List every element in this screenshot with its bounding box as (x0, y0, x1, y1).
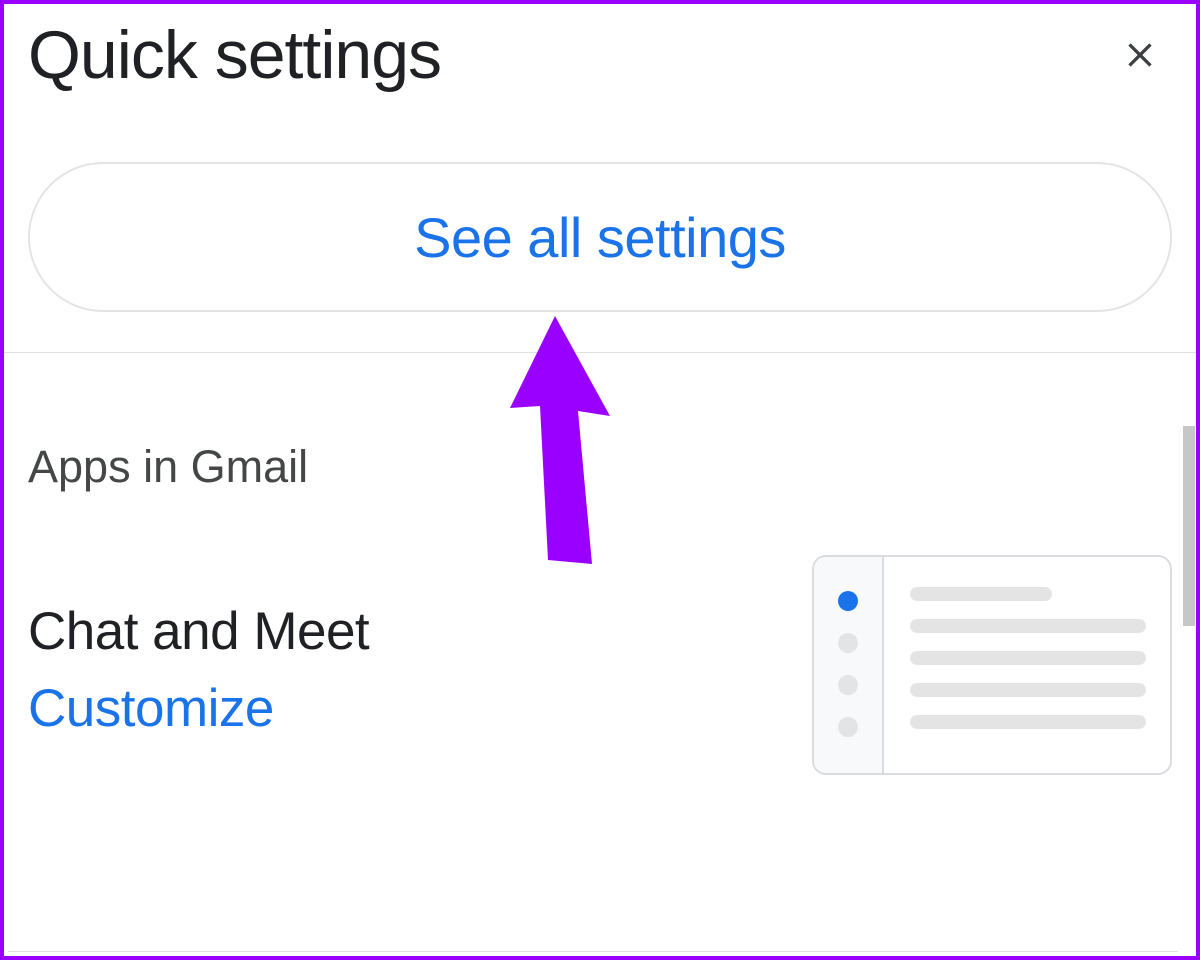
divider (8, 951, 1178, 952)
divider (4, 352, 1196, 353)
option-chat-and-meet[interactable]: Chat and Meet Customize (28, 565, 1172, 775)
thumbnail-sidebar (814, 557, 884, 773)
section-heading-apps-in-gmail: Apps in Gmail (28, 441, 1172, 493)
thumbnail-line-icon (910, 683, 1146, 697)
see-all-settings-button[interactable]: See all settings (28, 162, 1172, 312)
thumbnail-dot-icon (838, 675, 858, 695)
panel-title: Quick settings (28, 16, 441, 94)
option-thumbnail (812, 555, 1172, 775)
close-icon (1120, 35, 1160, 75)
thumbnail-dot-icon (838, 717, 858, 737)
option-title: Chat and Meet (28, 601, 369, 662)
scrollbar[interactable] (1182, 426, 1196, 952)
thumbnail-line-icon (910, 715, 1146, 729)
settings-list: Apps in Gmail Chat and Meet Customize (4, 441, 1196, 775)
see-all-container: See all settings (4, 94, 1196, 352)
thumbnail-line-icon (910, 619, 1146, 633)
thumbnail-dot-icon (838, 633, 858, 653)
scrollbar-thumb[interactable] (1183, 426, 1195, 626)
thumbnail-line-icon (910, 587, 1052, 601)
see-all-settings-label: See all settings (414, 205, 786, 270)
quick-settings-panel: Quick settings See all settings Apps in … (0, 0, 1200, 960)
thumbnail-line-icon (910, 651, 1146, 665)
thumbnail-lines (884, 557, 1170, 773)
thumbnail-dot-active-icon (838, 591, 858, 611)
panel-header: Quick settings (4, 4, 1196, 94)
close-button[interactable] (1108, 23, 1172, 87)
panel-content: Quick settings See all settings Apps in … (4, 4, 1196, 956)
option-text: Chat and Meet Customize (28, 601, 369, 739)
customize-link[interactable]: Customize (28, 678, 369, 739)
